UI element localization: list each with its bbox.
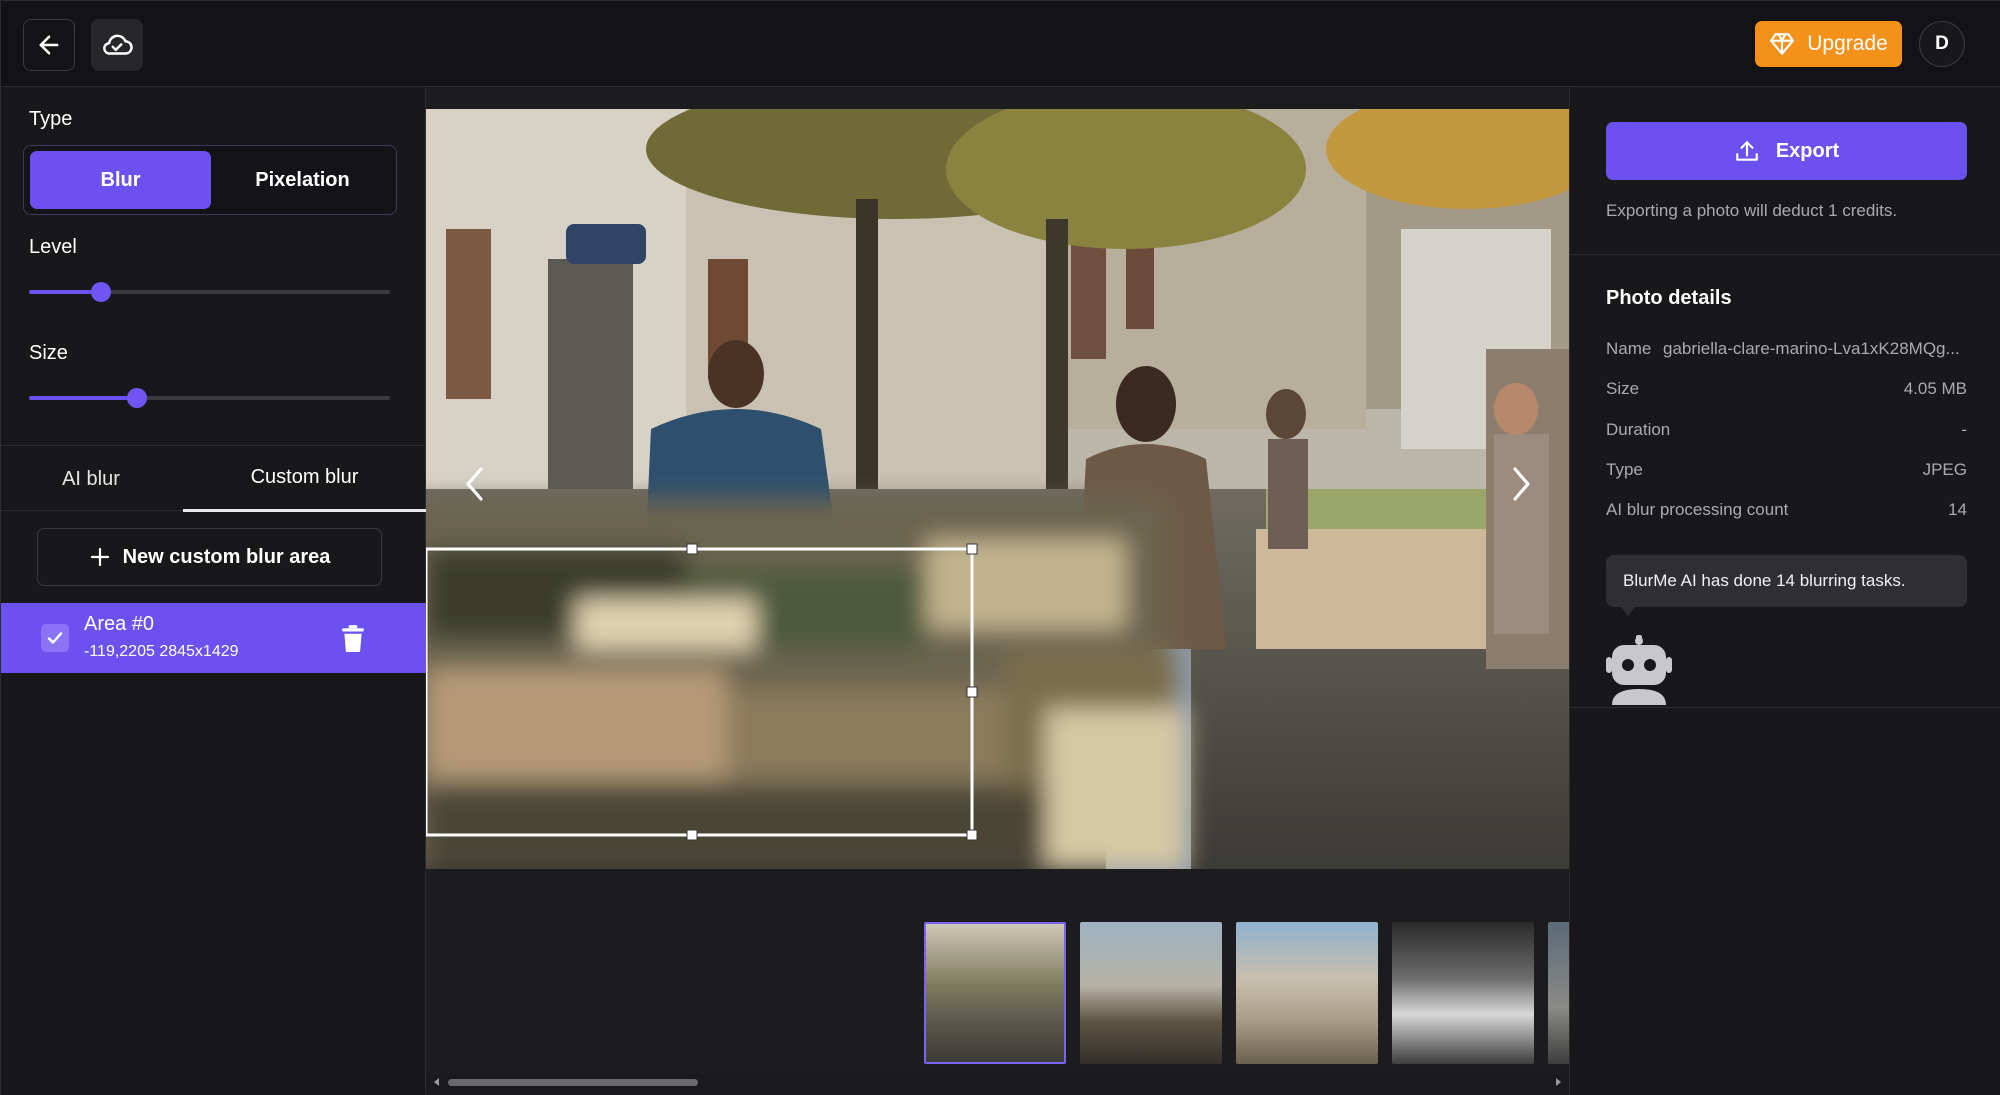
blur-mode-tabs: AI blur Custom blur (1, 445, 426, 512)
check-icon (47, 632, 63, 644)
thumbnail-item[interactable] (1548, 922, 1569, 1064)
upgrade-button[interactable]: Upgrade (1755, 21, 1902, 67)
export-button[interactable]: Export (1606, 122, 1967, 180)
new-area-label: New custom blur area (122, 545, 331, 568)
previous-photo-button[interactable] (462, 464, 488, 509)
type-option-blur[interactable]: Blur (30, 151, 211, 209)
export-label: Export (1775, 139, 1840, 162)
editor-canvas (426, 87, 1569, 1095)
plus-icon (90, 547, 109, 567)
type-option-pixelation[interactable]: Pixelation (212, 151, 393, 209)
upgrade-label: Upgrade (1807, 32, 1888, 55)
next-photo-button[interactable] (1508, 464, 1534, 509)
thumbnail-item[interactable] (1392, 922, 1534, 1064)
scroll-left-icon[interactable] (432, 1077, 442, 1087)
scroll-right-icon[interactable] (1553, 1077, 1563, 1087)
level-slider[interactable] (29, 282, 390, 302)
ai-status-bubble: BlurMe AI has done 14 blurring tasks. (1606, 555, 1967, 607)
divider (1570, 254, 2000, 255)
photo-preview[interactable] (426, 109, 1569, 869)
new-custom-blur-area-button[interactable]: New custom blur area (37, 528, 382, 586)
divider (1570, 707, 2000, 708)
tab-custom-blur[interactable]: Custom blur (183, 446, 426, 512)
thumbnail-item[interactable] (924, 922, 1066, 1064)
upload-icon (1735, 141, 1758, 161)
area-checkbox[interactable] (41, 624, 69, 652)
chevron-left-icon (466, 467, 483, 501)
cloud-sync-button[interactable] (91, 19, 143, 71)
level-label: Level (29, 236, 77, 258)
type-label: Type (29, 108, 73, 130)
trash-icon (342, 625, 364, 652)
photo-image (426, 109, 1569, 869)
size-label: Size (29, 342, 68, 364)
bubble-tail (1620, 606, 1636, 616)
back-button[interactable] (23, 19, 75, 71)
export-panel: Export Exporting a photo will deduct 1 c… (1569, 87, 2000, 1095)
thumbnail-scrollbar[interactable] (426, 1074, 1569, 1090)
tab-ai-blur[interactable]: AI blur (1, 446, 181, 512)
cloud-check-icon (103, 34, 133, 55)
detail-value: gabriella-clare-marino-Lva1xK28MQg... (1663, 339, 1960, 358)
top-bar: Upgrade D (1, 1, 2000, 87)
detail-row-duration: Duration - (1606, 420, 1967, 444)
detail-value: 4.05 MB (1903, 379, 1967, 398)
area-coords: -119,2205 2845x1429 (84, 643, 239, 660)
size-slider-fill (29, 396, 137, 400)
detail-key: Duration (1606, 420, 1671, 439)
scrollbar-thumb[interactable] (448, 1079, 698, 1086)
detail-row-size: Size 4.05 MB (1606, 379, 1967, 403)
delete-area-button[interactable] (340, 624, 366, 657)
detail-key: Type (1606, 460, 1643, 479)
thumbnail-item[interactable] (1236, 922, 1378, 1064)
thumbnail-item[interactable] (1080, 922, 1222, 1064)
user-avatar[interactable]: D (1919, 21, 1965, 67)
level-slider-thumb[interactable] (91, 282, 111, 302)
thumbnail-strip (924, 922, 1569, 1064)
detail-row-name: Name gabriella-clare-marino-Lva1xK28MQg.… (1606, 339, 1967, 363)
detail-key: Name (1606, 339, 1652, 358)
detail-value: - (1961, 420, 1967, 439)
diamond-icon (1770, 33, 1795, 55)
app-window: Upgrade D Type Blur Pixelation Level Siz… (0, 0, 2000, 1095)
detail-row-type: Type JPEG (1606, 460, 1967, 484)
export-credit-note: Exporting a photo will deduct 1 credits. (1606, 201, 1898, 220)
photo-details-title: Photo details (1606, 287, 1732, 309)
arrow-left-icon (39, 35, 59, 55)
size-slider[interactable] (29, 388, 390, 408)
blur-area-item[interactable]: Area #0 -119,2205 2845x1429 (1, 603, 426, 673)
size-slider-thumb[interactable] (127, 388, 147, 408)
chevron-right-icon (1513, 467, 1530, 501)
robot-icon (1606, 635, 1672, 710)
area-name: Area #0 (84, 613, 155, 635)
blur-settings-panel: Type Blur Pixelation Level Size AI blur … (1, 87, 426, 1095)
type-toggle: Blur Pixelation (23, 145, 397, 215)
detail-value: JPEG (1922, 460, 1967, 479)
detail-key: AI blur processing count (1606, 500, 1789, 519)
detail-key: Size (1606, 379, 1640, 398)
detail-row-ai-count: AI blur processing count 14 (1606, 500, 1967, 524)
detail-value: 14 (1948, 500, 1967, 519)
